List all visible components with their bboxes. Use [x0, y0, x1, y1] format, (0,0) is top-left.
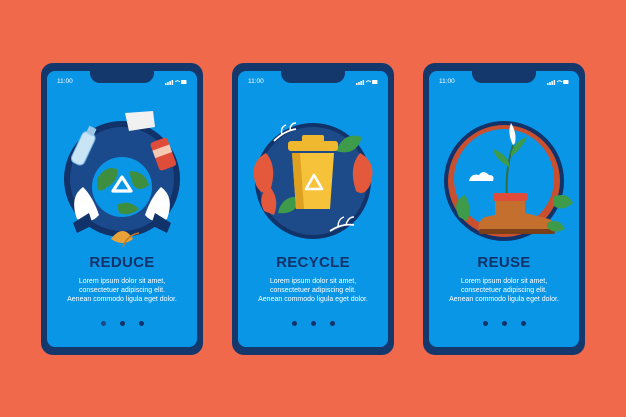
- page-dot-3[interactable]: [520, 321, 526, 326]
- page-dot-1[interactable]: [291, 321, 297, 326]
- status-time: 11:00: [248, 78, 264, 85]
- page-dot-2[interactable]: [119, 321, 125, 326]
- status-time: 11:00: [439, 78, 455, 85]
- pagination-dots: [238, 321, 388, 326]
- pagination-dots: [429, 321, 579, 326]
- phone-notch: [281, 71, 345, 83]
- boot-plant-icon: [444, 121, 573, 241]
- phone-notch: [472, 71, 536, 83]
- phone-reuse: 11:00 REUSE Lorem ipsum dolor sit amet, …: [423, 63, 585, 355]
- screen-description: Lorem ipsum dolor sit amet, consectetuer…: [67, 278, 177, 303]
- onboarding-screen-reduce: 11:00 REDUCE Lorem ipsum dolor sit amet,…: [47, 71, 197, 347]
- onboarding-screen-reuse: 11:00 REUSE Lorem ipsum dolor sit amet, …: [429, 71, 579, 347]
- page-dot-1[interactable]: [482, 321, 488, 326]
- screen-title: REDUCE: [89, 254, 155, 271]
- page-dot-3[interactable]: [138, 321, 144, 326]
- screen-description: Lorem ipsum dolor sit amet, consectetuer…: [449, 278, 559, 303]
- phone-recycle: 11:00 RECYCLE Lorem ipsum dolor sit amet…: [232, 63, 394, 355]
- onboarding-screen-recycle: 11:00 RECYCLE Lorem ipsum dolor sit amet…: [238, 71, 388, 347]
- phone-notch: [90, 71, 154, 83]
- page-dot-2[interactable]: [310, 321, 316, 326]
- globe-recycle-icon: [64, 111, 180, 248]
- status-icons: [165, 80, 187, 85]
- recycle-bin-icon: [253, 122, 373, 239]
- status-icons: [547, 80, 569, 85]
- status-icons: [356, 80, 378, 85]
- pagination-dots: [47, 321, 197, 326]
- screen-description: Lorem ipsum dolor sit amet, consectetuer…: [258, 278, 368, 303]
- page-dot-1[interactable]: [100, 321, 106, 326]
- phone-reduce: 11:00 REDUCE Lorem ipsum dolor sit amet,…: [41, 63, 203, 355]
- screen-title: REUSE: [477, 254, 531, 271]
- screen-title: RECYCLE: [276, 254, 350, 271]
- page-dot-2[interactable]: [501, 321, 507, 326]
- status-time: 11:00: [57, 78, 73, 85]
- page-dot-3[interactable]: [329, 321, 335, 326]
